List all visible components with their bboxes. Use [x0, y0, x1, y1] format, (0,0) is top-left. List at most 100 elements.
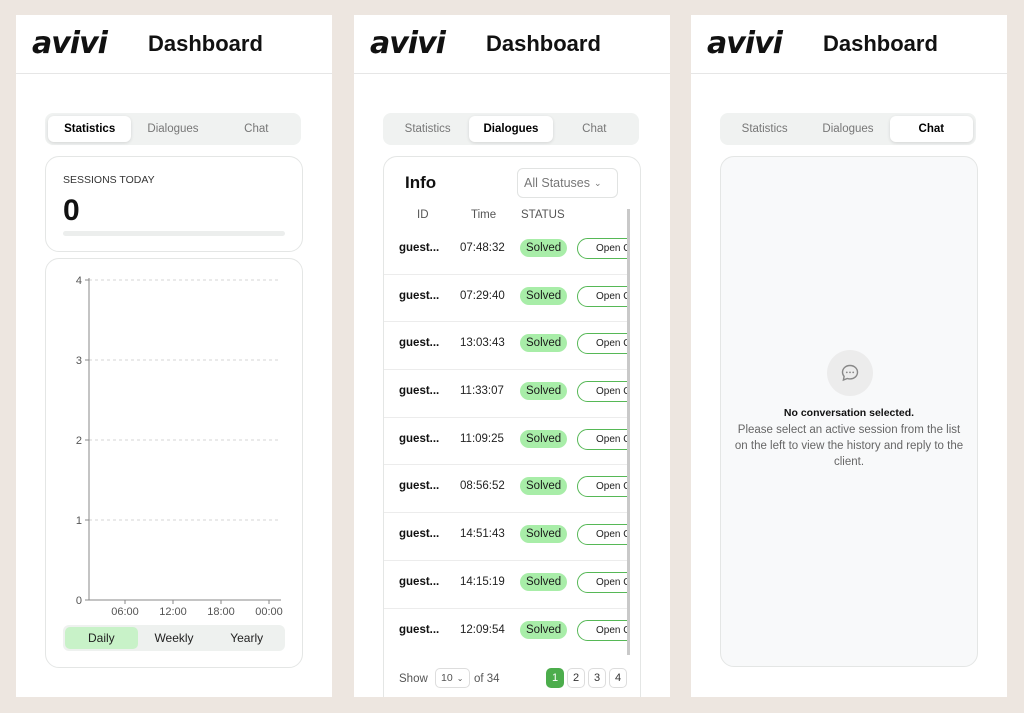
table-row: guest... 12:09:54 Solved Open C	[384, 609, 630, 656]
period-daily[interactable]: Daily	[65, 627, 138, 649]
page-size-select[interactable]: 10 ⌄	[435, 668, 470, 688]
chevron-down-icon: ⌄	[594, 177, 602, 188]
x-tick-label: 18:00	[207, 606, 235, 618]
session-time: 14:51:43	[460, 528, 505, 541]
tab-chat[interactable]: Chat	[889, 116, 973, 142]
open-chat-button[interactable]: Open C	[577, 476, 630, 498]
period-selector: Daily Weekly Yearly	[63, 625, 285, 651]
status-badge: Solved	[520, 334, 568, 353]
session-time: 07:29:40	[460, 289, 505, 302]
logo: avivi	[370, 26, 446, 61]
status-badge: Solved	[520, 382, 568, 401]
table-row: guest... 08:56:52 Solved Open C	[384, 465, 630, 514]
table-row: guest... 13:03:43 Solved Open C	[384, 322, 630, 371]
sessions-progress-bar	[63, 231, 285, 236]
session-id: guest...	[399, 242, 440, 254]
page-title: Dashboard	[148, 31, 263, 56]
page-title: Dashboard	[823, 31, 938, 56]
table-row: guest... 07:29:40 Solved Open C	[384, 275, 630, 323]
statistics-panel: avivi Dashboard Statistics Dialogues Cha…	[16, 15, 332, 697]
table-row: guest... 14:15:19 Solved Open C	[384, 561, 630, 609]
table-row: guest... 11:33:07 Solved Open C	[384, 370, 630, 418]
status-badge: Solved	[520, 572, 568, 591]
session-id: guest...	[399, 289, 440, 302]
column-time: Time	[471, 209, 497, 221]
sessions-chart-card: 0 1 2 3 4 06:00 12:00 18:00 00:00 Daily Weekly Y…	[45, 258, 303, 668]
message-icon	[841, 364, 859, 382]
page-button-1[interactable]: 1	[546, 668, 564, 688]
tab-chat[interactable]: Chat	[215, 116, 298, 142]
table-row: guest... 14:51:43 Solved Open C	[384, 513, 630, 561]
x-tick-label: 06:00	[111, 606, 139, 618]
session-time: 13:03:43	[460, 337, 505, 350]
status-filter-value: All Statuses	[524, 176, 591, 190]
tab-statistics[interactable]: Statistics	[386, 116, 469, 142]
session-time: 11:33:07	[460, 385, 504, 398]
table-row: guest... 07:48:32 Solved Open C	[384, 227, 630, 275]
session-id: guest...	[399, 480, 440, 493]
dialogues-panel: avivi Dashboard Statistics Dialogues Cha…	[354, 15, 670, 697]
status-filter-select[interactable]: All Statuses ⌄	[517, 168, 618, 198]
logo: avivi	[32, 26, 108, 61]
open-chat-button[interactable]: Open C	[577, 381, 630, 403]
open-chat-button[interactable]: Open C	[577, 238, 630, 259]
session-id: guest...	[399, 337, 440, 350]
tab-statistics[interactable]: Statistics	[48, 116, 132, 142]
session-id: guest...	[399, 528, 440, 541]
session-time: 07:48:32	[460, 242, 505, 254]
tab-dialogues[interactable]: Dialogues	[469, 116, 553, 142]
empty-state-description: Please select an active session from the…	[734, 424, 964, 468]
show-label: Show	[399, 673, 428, 685]
session-time: 14:15:19	[460, 575, 505, 588]
page-button-2[interactable]: 2	[567, 668, 585, 688]
session-id: guest...	[399, 575, 440, 588]
tab-dialogues[interactable]: Dialogues	[806, 116, 889, 142]
session-id: guest...	[399, 432, 440, 445]
open-chat-button[interactable]: Open C	[577, 619, 630, 641]
info-title: Info	[405, 173, 437, 192]
header: avivi Dashboard	[16, 15, 332, 74]
session-time: 12:09:54	[460, 623, 505, 636]
status-badge: Solved	[520, 239, 568, 257]
status-badge: Solved	[520, 477, 568, 496]
tab-bar: Statistics Dialogues Chat	[720, 113, 976, 145]
open-chat-button[interactable]: Open C	[577, 571, 630, 593]
sessions-label: SESSIONS TODAY	[63, 174, 155, 186]
period-yearly[interactable]: Yearly	[210, 627, 283, 649]
tab-bar: Statistics Dialogues Chat	[383, 113, 639, 145]
status-badge: Solved	[520, 620, 568, 639]
header: avivi Dashboard	[354, 15, 670, 74]
pagination: 1234	[546, 668, 630, 688]
chevron-down-icon: ⌄	[456, 673, 464, 683]
open-chat-button[interactable]: Open C	[577, 285, 630, 307]
tab-dialogues[interactable]: Dialogues	[131, 116, 214, 142]
period-weekly[interactable]: Weekly	[138, 627, 211, 649]
status-badge: Solved	[520, 429, 568, 448]
x-tick-label: 00:00	[255, 606, 283, 618]
chat-panel: avivi Dashboard Statistics Dialogues Cha…	[691, 15, 1007, 697]
status-badge: Solved	[520, 286, 568, 305]
total-count: of 34	[474, 673, 500, 685]
page-button-3[interactable]: 3	[588, 668, 606, 688]
page-button-4[interactable]: 4	[609, 668, 627, 688]
status-badge: Solved	[520, 525, 568, 544]
tab-chat[interactable]: Chat	[553, 116, 636, 142]
open-chat-button[interactable]: Open C	[577, 428, 630, 450]
pagination-footer: Show 10 ⌄ of 34 1234	[399, 667, 631, 691]
page-title: Dashboard	[486, 31, 601, 56]
session-time: 08:56:52	[460, 480, 505, 493]
tab-bar: Statistics Dialogues Chat	[45, 113, 301, 145]
y-tick-label: 2	[76, 435, 82, 447]
table-scrollbar[interactable]	[627, 209, 630, 655]
open-chat-button[interactable]: Open C	[577, 524, 630, 546]
header: avivi Dashboard	[691, 15, 1007, 74]
table-row: guest... 11:09:25 Solved Open C	[384, 418, 630, 466]
info-card: Info All Statuses ⌄ ID Time STATUS guest…	[383, 156, 641, 697]
sessions-chart: 0 1 2 3 4 06:00 12:00 18:00 00:00	[76, 275, 283, 618]
column-status: STATUS	[521, 209, 565, 221]
tab-statistics[interactable]: Statistics	[723, 116, 806, 142]
table-header: ID Time STATUS	[384, 209, 630, 227]
sessions-card: SESSIONS TODAY 0	[45, 156, 303, 252]
open-chat-button[interactable]: Open C	[577, 333, 630, 355]
empty-state-title: No conversation selected.	[783, 407, 915, 419]
